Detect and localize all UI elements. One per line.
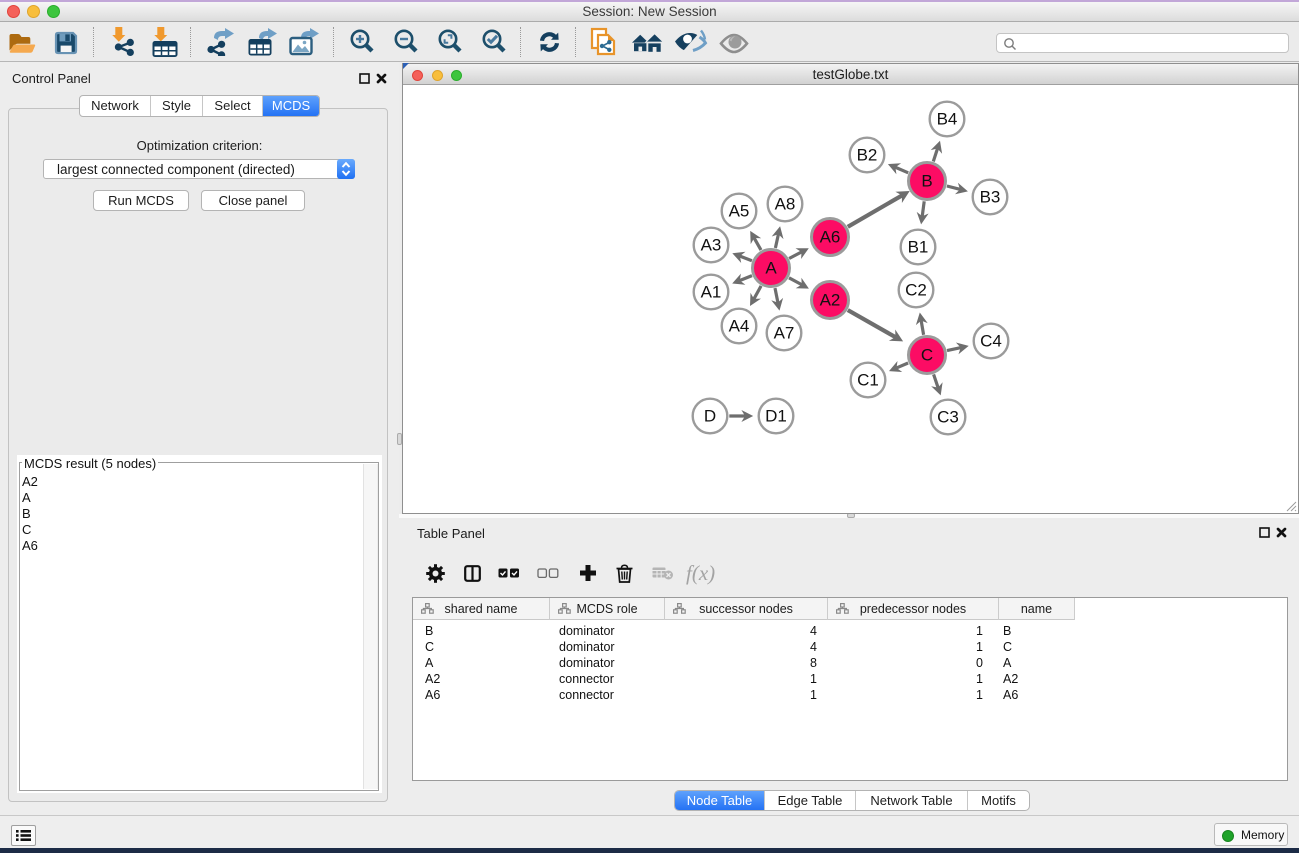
svg-text:C1: C1 (857, 371, 879, 390)
svg-text:B1: B1 (908, 238, 929, 257)
svg-text:A8: A8 (775, 195, 796, 214)
svg-text:A3: A3 (701, 236, 722, 255)
svg-text:C2: C2 (905, 281, 927, 300)
svg-text:A7: A7 (774, 324, 795, 343)
svg-text:A5: A5 (729, 202, 750, 221)
svg-text:B2: B2 (857, 146, 878, 165)
svg-text:B3: B3 (980, 188, 1001, 207)
svg-text:A: A (765, 259, 777, 278)
svg-text:A1: A1 (701, 283, 722, 302)
svg-text:C3: C3 (937, 408, 959, 427)
svg-text:D1: D1 (765, 407, 787, 426)
svg-text:B: B (921, 172, 932, 191)
svg-text:C4: C4 (980, 332, 1002, 351)
svg-text:A6: A6 (820, 228, 841, 247)
svg-text:A2: A2 (820, 291, 841, 310)
svg-text:B4: B4 (937, 110, 958, 129)
svg-text:D: D (704, 407, 716, 426)
svg-text:A4: A4 (729, 317, 750, 336)
svg-text:C: C (921, 346, 933, 365)
